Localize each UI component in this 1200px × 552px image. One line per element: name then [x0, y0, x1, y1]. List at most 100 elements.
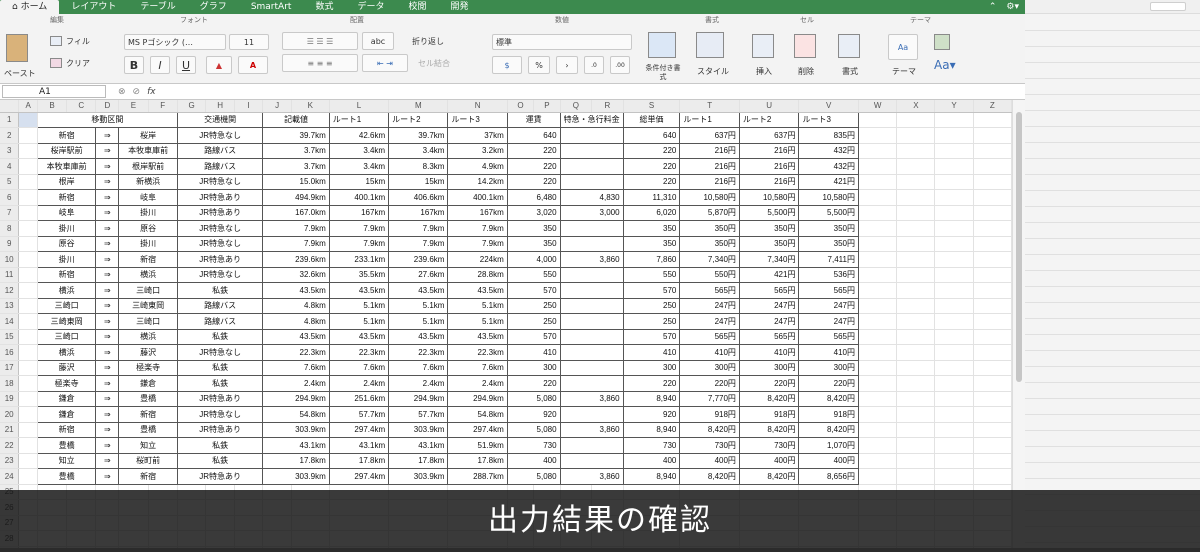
table-cell[interactable]: 730円 — [739, 437, 800, 454]
cell[interactable] — [896, 468, 936, 485]
table-cell[interactable]: 57.7km — [329, 406, 390, 423]
table-cell[interactable]: 918円 — [739, 406, 800, 423]
table-cell[interactable] — [560, 375, 624, 392]
table-cell[interactable]: 220 — [623, 158, 681, 175]
cell[interactable] — [858, 375, 898, 392]
cell[interactable] — [973, 205, 1013, 221]
table-cell[interactable]: 15.0km — [262, 174, 330, 190]
table-cell[interactable]: 路線バス — [177, 298, 264, 314]
cell[interactable] — [934, 298, 974, 314]
table-cell[interactable]: 三崎東岡 — [118, 298, 178, 314]
cell[interactable] — [858, 220, 898, 237]
cell[interactable] — [896, 375, 936, 392]
table-cell[interactable]: 400円 — [798, 453, 859, 469]
insert-cells-icon[interactable] — [752, 34, 774, 58]
table-cell[interactable]: 7.6km — [262, 360, 330, 376]
table-cell[interactable]: 550円 — [679, 267, 740, 283]
table-cell[interactable]: 220円 — [798, 375, 859, 392]
cell[interactable] — [18, 267, 38, 283]
theme-aa-icon[interactable]: Aa — [888, 34, 918, 60]
table-cell[interactable]: 294.9km — [388, 391, 449, 407]
table-cell[interactable]: 新宿 — [37, 189, 97, 206]
table-cell[interactable]: 565円 — [739, 329, 800, 345]
table-cell[interactable]: 216円 — [679, 174, 740, 190]
cell[interactable] — [973, 391, 1013, 407]
table-cell[interactable]: 7.6km — [329, 360, 390, 376]
table-cell[interactable] — [560, 236, 624, 252]
cell[interactable] — [858, 127, 898, 144]
row-header[interactable]: 9 — [0, 236, 20, 252]
column-header[interactable]: G — [177, 100, 207, 113]
column-header[interactable]: K — [291, 100, 330, 113]
table-cell[interactable]: 新横浜 — [118, 174, 178, 190]
row-header[interactable]: 11 — [0, 267, 20, 283]
table-cell[interactable]: 本牧車庫前 — [37, 158, 97, 175]
table-cell[interactable]: 3.4km — [329, 158, 390, 175]
cell[interactable] — [934, 313, 974, 330]
table-cell[interactable]: 新宿 — [118, 406, 178, 423]
confirm-icon[interactable]: ⊘ — [133, 87, 141, 97]
table-cell[interactable] — [560, 313, 624, 330]
table-cell[interactable]: 横浜 — [118, 267, 178, 283]
table-cell[interactable]: 918円 — [679, 406, 740, 423]
cell[interactable] — [18, 143, 38, 159]
table-cell[interactable]: 43.5km — [329, 282, 390, 299]
table-cell[interactable]: 私鉄 — [177, 360, 264, 376]
table-cell[interactable]: 私鉄 — [177, 453, 264, 469]
table-cell[interactable]: 640 — [507, 127, 561, 144]
cell[interactable] — [934, 282, 974, 299]
table-cell[interactable]: 22.3km — [388, 344, 449, 361]
table-cell[interactable]: 400円 — [739, 453, 800, 469]
scrollbar-thumb[interactable] — [1016, 112, 1022, 382]
table-cell[interactable]: 297.4km — [329, 422, 390, 438]
row-header[interactable]: 24 — [0, 468, 20, 485]
percent-button[interactable]: % — [528, 56, 550, 74]
header-cell[interactable]: ルート3 — [798, 112, 859, 128]
table-cell[interactable]: 247円 — [679, 298, 740, 314]
tab-home[interactable]: ⌂ ホーム — [0, 0, 60, 14]
header-cell[interactable]: 交通機関 — [177, 112, 264, 128]
table-cell[interactable]: 17.8km — [388, 453, 449, 469]
table-cell[interactable]: 3,860 — [560, 468, 624, 485]
cancel-icon[interactable]: ⊗ — [118, 87, 126, 97]
row-header[interactable]: 19 — [0, 391, 20, 407]
table-cell[interactable]: 7.6km — [447, 360, 508, 376]
fill-color-button[interactable]: ▲ — [206, 56, 232, 74]
table-cell[interactable]: 3,860 — [560, 251, 624, 268]
cell[interactable] — [896, 298, 936, 314]
table-cell[interactable]: 10,580円 — [739, 189, 800, 206]
table-cell[interactable]: ⇒ — [95, 313, 120, 330]
table-cell[interactable] — [560, 267, 624, 283]
table-cell[interactable]: 300円 — [679, 360, 740, 376]
cell[interactable] — [858, 298, 898, 314]
cell[interactable] — [896, 220, 936, 237]
cell[interactable] — [858, 282, 898, 299]
table-cell[interactable]: 216円 — [739, 174, 800, 190]
cell[interactable] — [934, 158, 974, 175]
table-cell[interactable]: 4.8km — [262, 298, 330, 314]
table-cell[interactable]: 32.6km — [262, 267, 330, 283]
table-cell[interactable]: 43.5km — [447, 282, 508, 299]
table-cell[interactable]: 3.4km — [388, 143, 449, 159]
name-box[interactable]: A1 — [2, 85, 106, 98]
table-cell[interactable]: 294.9km — [262, 391, 330, 407]
cell[interactable] — [18, 205, 38, 221]
table-cell[interactable]: 5.1km — [329, 298, 390, 314]
table-cell[interactable]: 原谷 — [118, 220, 178, 237]
row-header[interactable]: 4 — [0, 158, 20, 175]
table-cell[interactable]: 565円 — [679, 282, 740, 299]
bold-button[interactable]: B — [124, 56, 144, 74]
table-cell[interactable]: 247円 — [739, 298, 800, 314]
column-header[interactable]: M — [388, 100, 449, 113]
cell[interactable] — [858, 437, 898, 454]
comma-button[interactable]: › — [556, 56, 578, 74]
table-cell[interactable]: 640 — [623, 127, 681, 144]
table-cell[interactable]: 220 — [623, 375, 681, 392]
table-cell[interactable]: 三崎口 — [37, 329, 97, 345]
table-cell[interactable]: 8,940 — [623, 422, 681, 438]
table-cell[interactable]: 私鉄 — [177, 282, 264, 299]
table-cell[interactable]: 51.9km — [447, 437, 508, 454]
table-cell[interactable]: 920 — [507, 406, 561, 423]
column-header[interactable]: N — [447, 100, 508, 113]
column-header[interactable]: C — [66, 100, 97, 113]
